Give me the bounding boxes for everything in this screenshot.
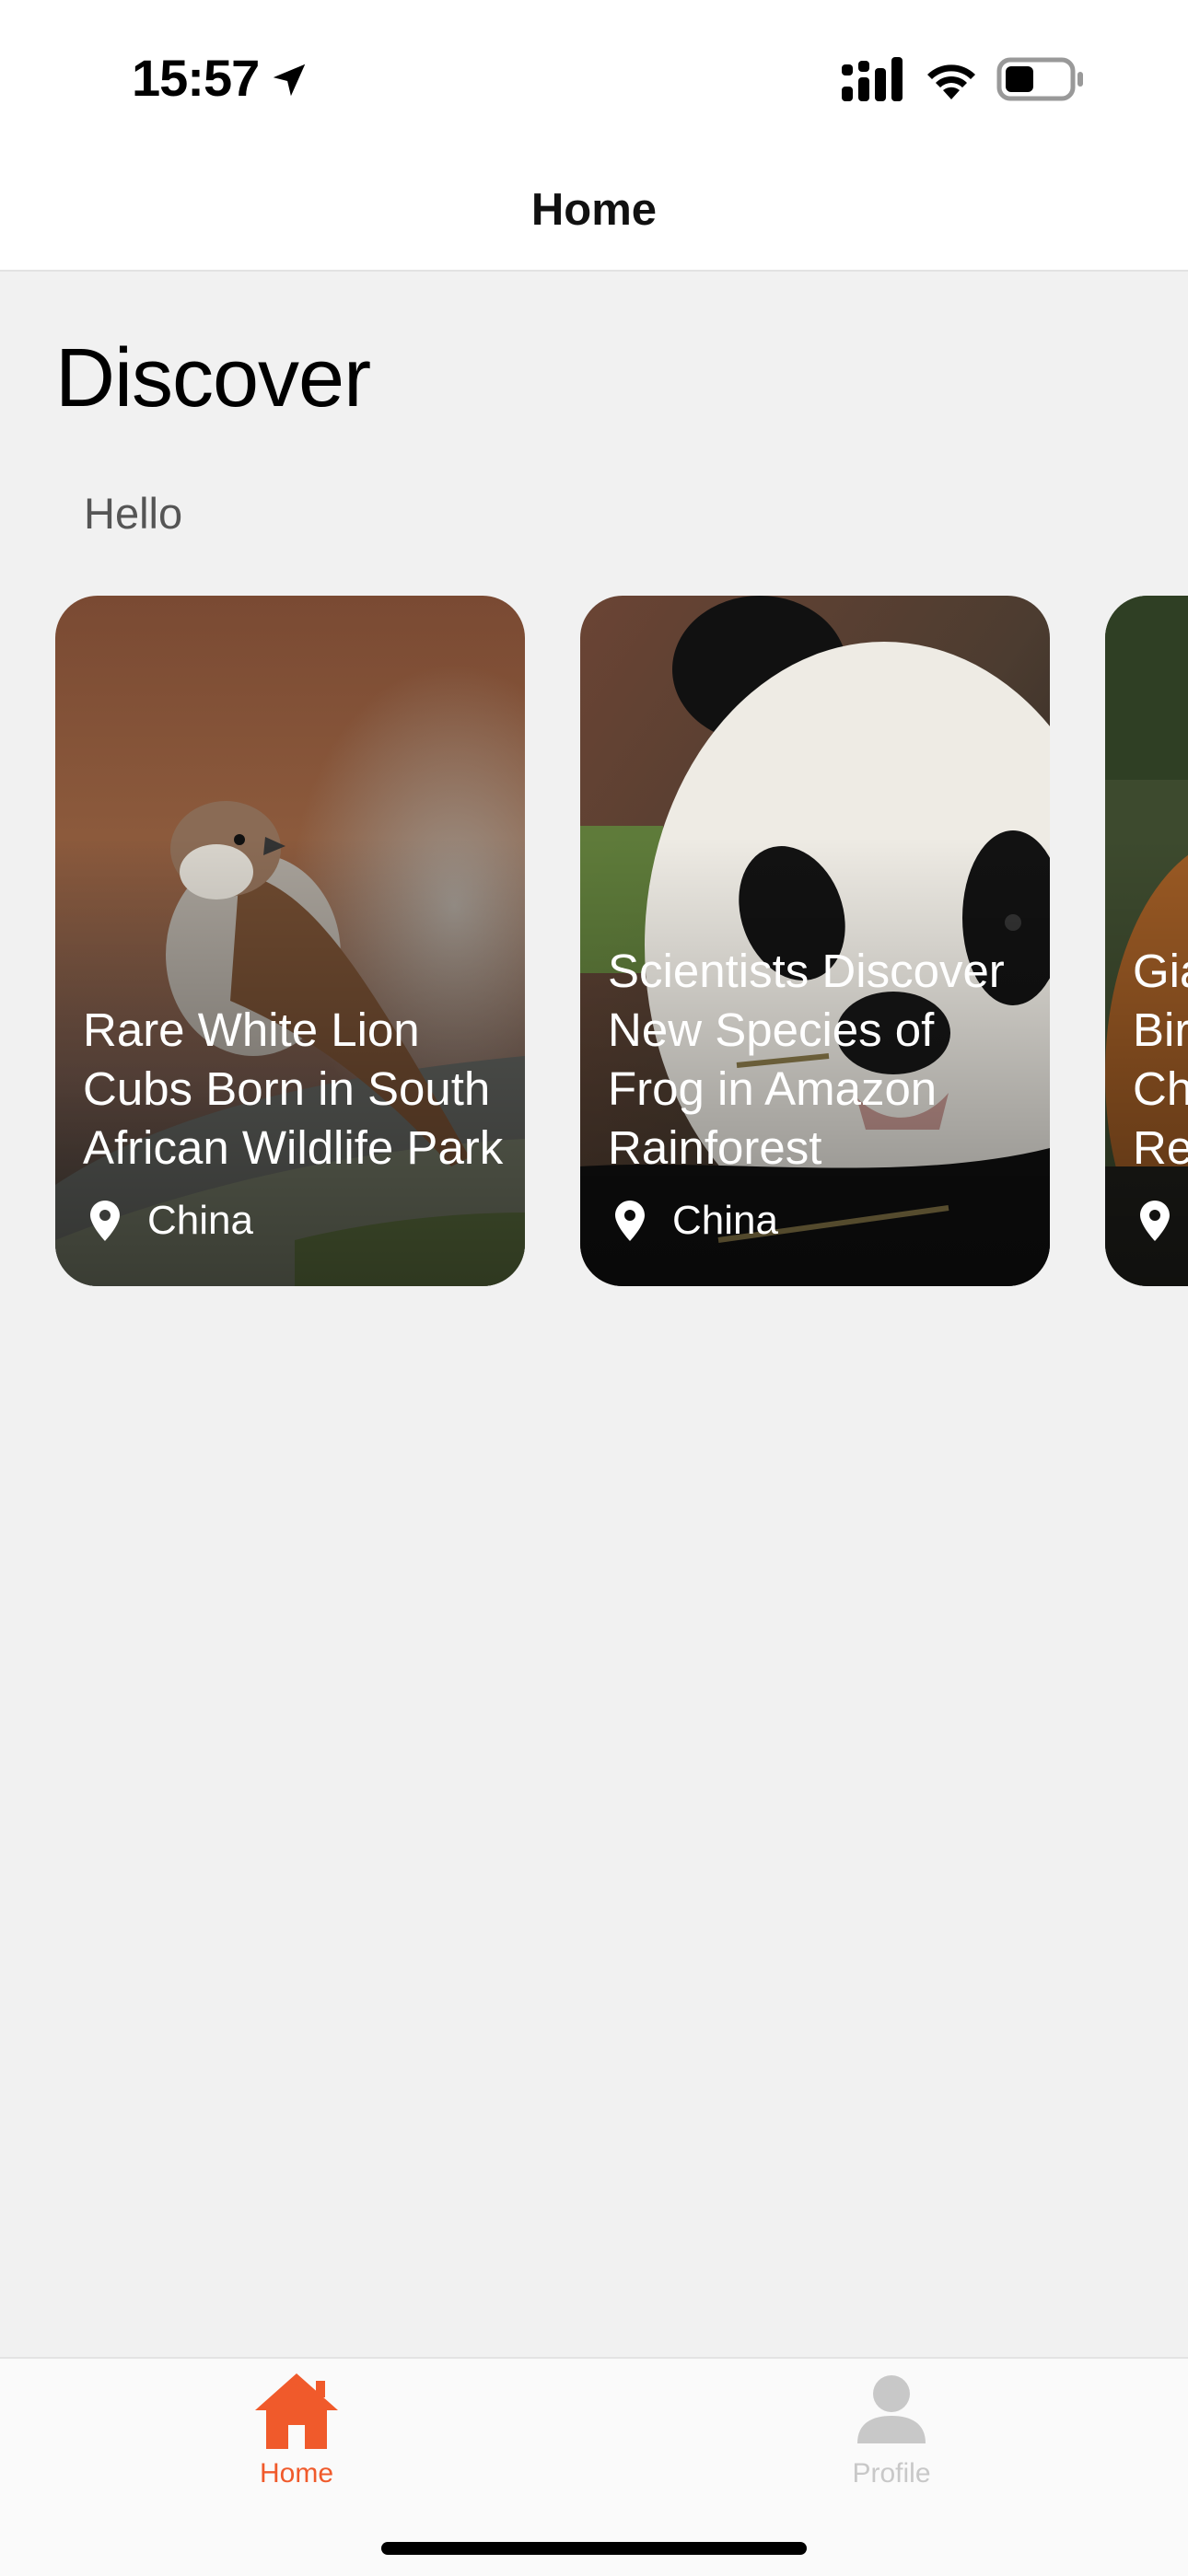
card-location-text: China <box>147 1198 253 1243</box>
battery-icon <box>996 57 1083 101</box>
tab-label-home: Home <box>259 2458 334 2489</box>
status-bar: 15:57 <box>0 0 1188 157</box>
card-location: China <box>90 1198 253 1244</box>
location-arrow-icon <box>273 64 306 97</box>
card-location-text: China <box>672 1198 778 1243</box>
greeting-text: Hello <box>84 489 183 538</box>
news-card[interactable]: Scientists Discover New Species of Frog … <box>580 596 1050 1286</box>
navigation-bar: Home <box>0 157 1188 272</box>
card-title: Scientists Discover New Species of Frog … <box>608 945 1005 1174</box>
location-pin-icon <box>615 1201 645 1241</box>
card-title: Rare White Lion Cubs Born in South Afric… <box>83 1004 504 1174</box>
signal-icon <box>842 57 903 101</box>
location-pin-icon <box>90 1201 120 1241</box>
card-carousel[interactable]: Rare White Lion Cubs Born in South Afric… <box>0 596 1188 1288</box>
tab-home[interactable]: Home <box>158 2359 435 2489</box>
card-location: China <box>615 1198 778 1244</box>
card-title: Gia Bir Ch Re <box>1133 945 1188 1174</box>
tab-label-profile: Profile <box>852 2458 931 2489</box>
home-indicator <box>381 2542 807 2555</box>
person-icon <box>857 2375 926 2443</box>
wifi-icon <box>927 64 975 99</box>
tab-profile[interactable]: Profile <box>753 2359 1030 2489</box>
location-pin-icon <box>1140 1201 1170 1241</box>
card-location <box>1140 1198 1188 1244</box>
page-title: Discover <box>55 332 371 424</box>
news-card[interactable]: Rare White Lion Cubs Born in South Afric… <box>55 596 525 1286</box>
news-card[interactable]: Gia Bir Ch Re <box>1105 596 1188 1286</box>
nav-title: Home <box>530 185 658 235</box>
status-time: 15:57 <box>132 49 260 107</box>
home-icon <box>255 2373 338 2449</box>
